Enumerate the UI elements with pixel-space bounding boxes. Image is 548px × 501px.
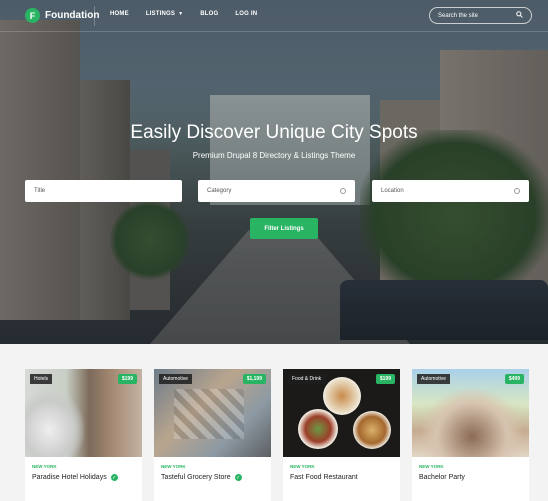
search-icon[interactable] xyxy=(516,11,523,20)
menu-item-home[interactable]: HOME xyxy=(110,11,129,17)
filter-listings-button[interactable]: Filter Listings xyxy=(250,218,318,239)
hero-title: Easily Discover Unique City Spots xyxy=(130,122,418,143)
search-input[interactable]: Search the site xyxy=(429,7,532,24)
listing-image[interactable]: Hotels $199 xyxy=(25,369,142,457)
menu-item-label: LISTINGS xyxy=(145,11,176,17)
category-badge[interactable]: Automotive xyxy=(417,374,451,384)
price-badge: $499 xyxy=(504,374,524,384)
price-badge: $199 xyxy=(375,374,395,384)
category-badge[interactable]: Food & Drink xyxy=(288,374,326,384)
select-circle-icon xyxy=(340,188,346,194)
listing-card[interactable]: Automotive $1,199 NEW YORK Tasteful Groc… xyxy=(154,369,271,501)
listing-city[interactable]: NEW YORK xyxy=(161,464,186,469)
location-filter-placeholder: Location xyxy=(381,188,404,194)
search-placeholder: Search the site xyxy=(438,12,479,19)
main-menu: HOME LISTINGS ▼ BLOG LOG IN xyxy=(110,11,274,17)
location-filter-select[interactable]: Location xyxy=(372,180,529,202)
verified-check-icon: ✓ xyxy=(234,474,242,481)
category-badge[interactable]: Automotive xyxy=(159,374,193,384)
hero-section: F Foundation HOME LISTINGS ▼ BLOG LOG IN … xyxy=(0,0,548,344)
category-badge[interactable]: Hotels xyxy=(30,374,53,384)
nav-divider xyxy=(94,6,95,26)
menu-item-listings[interactable]: LISTINGS ▼ xyxy=(146,11,183,17)
listing-title[interactable]: Bachelor Party xyxy=(419,474,465,481)
menu-item-label: HOME xyxy=(110,11,129,17)
listing-image[interactable]: Automotive $499 xyxy=(412,369,529,457)
listing-title-row[interactable]: Fast Food Restaurant xyxy=(290,474,358,481)
listing-title[interactable]: Fast Food Restaurant xyxy=(290,474,358,481)
title-filter-input[interactable]: Title xyxy=(25,180,182,202)
listing-city[interactable]: NEW YORK xyxy=(419,464,444,469)
listing-image[interactable]: Automotive $1,199 xyxy=(154,369,271,457)
menu-item-label: LOG IN xyxy=(235,11,258,17)
listing-card[interactable]: Hotels $199 NEW YORK Paradise Hotel Holi… xyxy=(25,369,142,501)
listing-title-row[interactable]: Bachelor Party xyxy=(419,474,465,481)
site-logo[interactable]: F Foundation xyxy=(25,8,99,23)
listing-title[interactable]: Tasteful Grocery Store xyxy=(161,474,231,481)
menu-item-login[interactable]: LOG IN xyxy=(235,11,257,17)
select-circle-icon xyxy=(514,188,520,194)
logo-text: Foundation xyxy=(45,10,100,21)
top-navigation: F Foundation HOME LISTINGS ▼ BLOG LOG IN … xyxy=(0,0,548,32)
menu-item-label: BLOG xyxy=(200,11,219,17)
hero-subtitle: Premium Drupal 8 Directory & Listings Th… xyxy=(192,151,356,160)
listing-title[interactable]: Paradise Hotel Holidays xyxy=(32,474,107,481)
listing-city[interactable]: NEW YORK xyxy=(32,464,57,469)
price-badge: $1,199 xyxy=(242,374,266,384)
verified-check-icon: ✓ xyxy=(110,474,118,481)
listing-title-row[interactable]: Paradise Hotel Holidays ✓ xyxy=(32,474,118,481)
logo-icon: F xyxy=(25,8,40,23)
listing-city[interactable]: NEW YORK xyxy=(290,464,315,469)
chevron-down-icon: ▼ xyxy=(178,11,184,17)
title-filter-placeholder: Title xyxy=(34,188,46,194)
hero-overlay xyxy=(0,0,548,344)
listing-card[interactable]: Food & Drink $199 NEW YORK Fast Food Res… xyxy=(283,369,400,501)
category-filter-select[interactable]: Category xyxy=(198,180,355,202)
price-badge: $199 xyxy=(117,374,137,384)
listing-card[interactable]: Automotive $499 NEW YORK Bachelor Party xyxy=(412,369,529,501)
category-filter-placeholder: Category xyxy=(207,188,232,194)
listing-image[interactable]: Food & Drink $199 xyxy=(283,369,400,457)
listing-title-row[interactable]: Tasteful Grocery Store ✓ xyxy=(161,474,242,481)
menu-item-blog[interactable]: BLOG xyxy=(200,11,218,17)
